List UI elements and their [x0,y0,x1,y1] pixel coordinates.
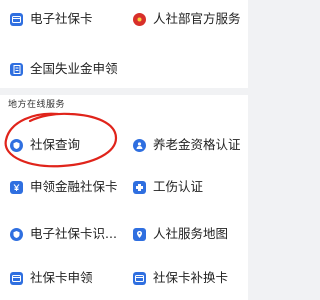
service-work-injury[interactable]: 工伤认证 [133,173,245,201]
service-pension-certification[interactable]: 养老金资格认证 [133,131,245,159]
shield-icon [10,227,23,241]
service-social-insurance-query[interactable]: 社保查询 [10,131,122,159]
electronic-card-entry[interactable]: 电子社保卡 [10,5,122,33]
bandage-icon [133,180,146,194]
ministry-service-entry[interactable]: 人社部官方服务 [133,5,245,33]
service-label: 申领金融社保卡 [30,180,118,194]
ministry-service-label: 人社部官方服务 [153,12,241,26]
unemployment-apply-label: 全国失业金申领 [30,62,118,76]
service-label: 电子社保卡识... [30,227,117,241]
service-ecard-recognition[interactable]: 电子社保卡识... [10,220,122,248]
person-check-icon [133,138,146,152]
service-card-apply[interactable]: 社保卡申领 [10,264,122,292]
service-label: 社保卡补换卡 [153,271,229,285]
card-icon [10,12,23,26]
service-map[interactable]: 人社服务地图 [133,220,245,248]
top-services-card: 电子社保卡 人社部官方服务 全国失业金申领 [0,0,248,88]
service-financial-card-apply[interactable]: 申领金融社保卡 [10,173,122,201]
service-label: 人社服务地图 [153,227,229,241]
service-card-replace[interactable]: 社保卡补换卡 [133,264,245,292]
service-label: 社保查询 [30,138,81,152]
yen-card-icon [10,180,23,194]
service-label: 工伤认证 [153,180,204,194]
map-pin-icon [133,227,146,241]
service-label: 社保卡申领 [30,271,93,285]
section-title: 地方在线服务 [8,100,66,110]
emblem-icon [133,12,146,26]
shield-icon [10,138,23,152]
electronic-card-label: 电子社保卡 [30,12,93,26]
service-label: 养老金资格认证 [153,138,241,152]
document-icon [10,62,23,76]
card-icon [133,271,146,285]
card-icon [10,271,23,285]
unemployment-apply-entry[interactable]: 全国失业金申领 [10,55,150,83]
